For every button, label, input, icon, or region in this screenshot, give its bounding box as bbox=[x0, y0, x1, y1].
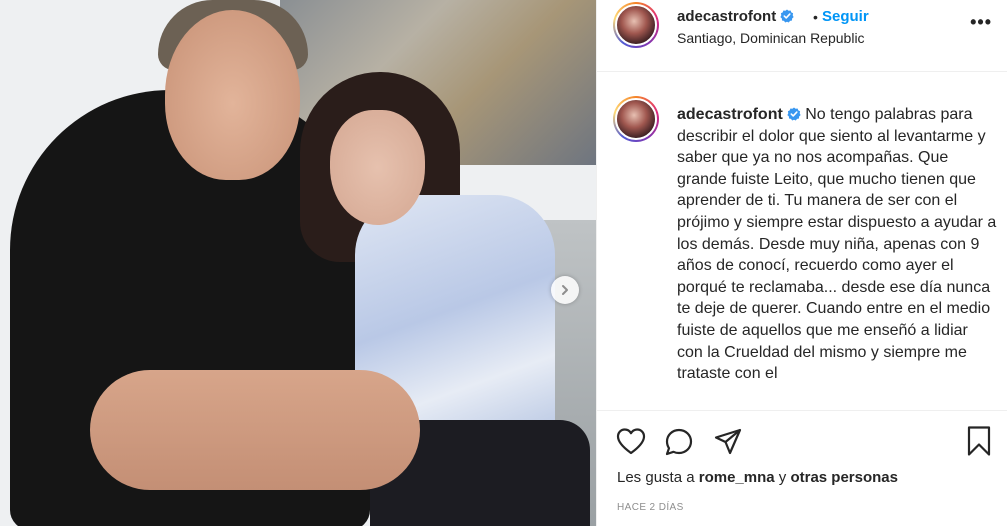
photo-woman-face bbox=[330, 110, 425, 225]
follow-button[interactable]: Seguir bbox=[822, 8, 869, 25]
chevron-right-icon bbox=[562, 285, 568, 295]
likes-others-link[interactable]: otras personas bbox=[790, 469, 898, 486]
liker-username[interactable]: rome_mna bbox=[699, 469, 775, 486]
verified-badge-icon bbox=[780, 9, 794, 23]
likes-prefix: Les gusta a bbox=[617, 469, 695, 486]
header-username[interactable]: adecastrofont bbox=[677, 8, 794, 25]
separator-dot: • bbox=[813, 9, 818, 25]
heart-icon bbox=[616, 428, 646, 455]
avatar-image bbox=[615, 98, 657, 140]
username-text[interactable]: adecastrofont bbox=[677, 8, 776, 25]
post-location[interactable]: Santiago, Dominican Republic bbox=[677, 30, 865, 46]
photo-man-arm bbox=[90, 370, 420, 490]
likes-conjunction: y bbox=[778, 469, 787, 486]
comment-icon bbox=[665, 428, 693, 456]
caption-section: adecastrofont No tengo palabras para des… bbox=[597, 96, 1007, 410]
save-button[interactable] bbox=[966, 425, 992, 462]
comment-button[interactable] bbox=[664, 427, 694, 462]
caption-avatar[interactable] bbox=[613, 96, 659, 142]
avatar[interactable] bbox=[613, 2, 659, 48]
avatar-image bbox=[615, 4, 657, 46]
likes-summary: Les gusta a rome_mna y otras personas bbox=[617, 469, 898, 486]
more-options-button[interactable]: ••• bbox=[970, 12, 992, 33]
caption-text: No tengo palabras para describir el dolo… bbox=[677, 106, 997, 383]
post-timestamp[interactable]: HACE 2 DÍAS bbox=[617, 502, 684, 513]
post-photo[interactable] bbox=[0, 0, 596, 526]
next-photo-button[interactable] bbox=[551, 276, 579, 304]
verified-badge-icon bbox=[787, 107, 801, 121]
bookmark-icon bbox=[967, 426, 991, 456]
photo-man-head bbox=[165, 10, 300, 180]
caption-username[interactable]: adecastrofont bbox=[677, 106, 783, 123]
post-actions: Les gusta a rome_mna y otras personas HA… bbox=[597, 410, 1007, 526]
send-icon bbox=[714, 428, 742, 455]
post-side-panel: adecastrofont • Seguir Santiago, Dominic… bbox=[596, 0, 1007, 526]
share-button[interactable] bbox=[713, 428, 743, 461]
post-header: adecastrofont • Seguir Santiago, Dominic… bbox=[597, 0, 1007, 72]
like-button[interactable] bbox=[616, 427, 646, 460]
caption: adecastrofont No tengo palabras para des… bbox=[677, 104, 997, 385]
